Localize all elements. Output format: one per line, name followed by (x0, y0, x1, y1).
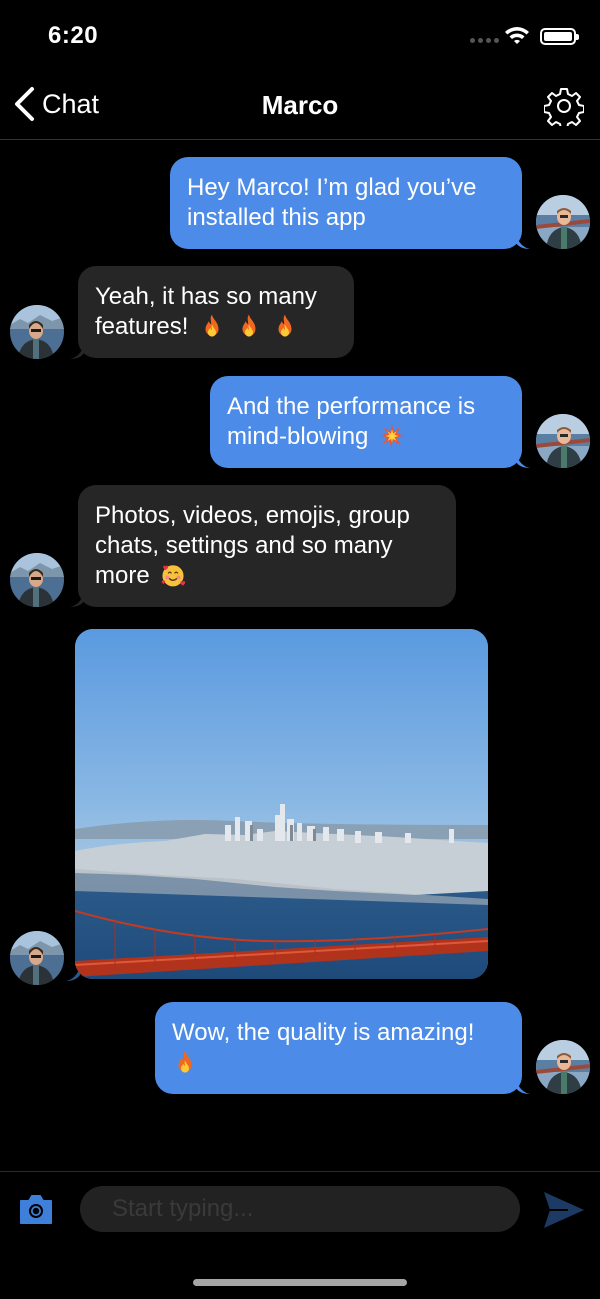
message-input[interactable] (80, 1186, 520, 1232)
smiling-face-with-hearts-emoji-icon (160, 562, 186, 588)
avatar-self[interactable] (536, 414, 590, 468)
fire-emoji-icon (272, 313, 298, 339)
status-time: 6:20 (48, 22, 99, 49)
message-text: Hey Marco! I’m glad you’ve installed thi… (187, 174, 477, 231)
bubble-tail (516, 454, 530, 468)
message-text: And the performance is mind-blowing (227, 393, 476, 450)
avatar-marco[interactable] (10, 553, 64, 607)
message-bubble-outgoing[interactable]: Hey Marco! I’m glad you’ve installed thi… (170, 157, 522, 249)
fire-emoji-icon (199, 313, 225, 339)
avatar-self[interactable] (536, 195, 590, 249)
message-bubble-incoming[interactable]: Photos, videos, emojis, group chats, set… (78, 485, 456, 607)
settings-gear-icon[interactable] (544, 86, 584, 126)
wifi-icon (505, 27, 529, 44)
avatar-marco[interactable] (10, 305, 64, 359)
bubble-tail (516, 1080, 530, 1094)
avatar-image (536, 195, 590, 249)
avatar-image (10, 931, 64, 985)
camera-icon[interactable] (18, 1192, 54, 1226)
fire-emoji-icon (172, 1049, 198, 1075)
status-bar: 6:20 (0, 0, 600, 70)
conversation-title: Marco (261, 90, 339, 120)
home-indicator (193, 1279, 407, 1286)
send-icon[interactable] (542, 1190, 586, 1230)
photo-message[interactable] (75, 629, 488, 979)
nav-bar: Chat Marco (0, 70, 600, 140)
fire-emoji-icon (236, 313, 262, 339)
avatar-image (10, 305, 64, 359)
message-text: Photos, videos, emojis, group chats, set… (95, 502, 410, 589)
photo-golden-gate-skyline (75, 629, 488, 979)
bubble-tail (516, 235, 530, 249)
message-text: Wow, the quality is amazing! (172, 1019, 475, 1046)
collision-emoji-icon (379, 423, 405, 449)
signal-icon (470, 38, 499, 43)
message-list[interactable]: Hey Marco! I’m glad you’ve installed thi… (0, 141, 600, 1171)
message-bubble-outgoing[interactable]: Wow, the quality is amazing! (155, 1002, 522, 1094)
message-bubble-outgoing[interactable]: And the performance is mind-blowing (210, 376, 522, 468)
battery-icon (540, 28, 579, 45)
message-bubble-incoming[interactable]: Yeah, it has so many features! (78, 266, 354, 358)
avatar-image (536, 414, 590, 468)
avatar-self[interactable] (536, 1040, 590, 1094)
avatar-marco[interactable] (10, 931, 64, 985)
avatar-image (536, 1040, 590, 1094)
message-composer (0, 1171, 600, 1299)
avatar-image (10, 553, 64, 607)
